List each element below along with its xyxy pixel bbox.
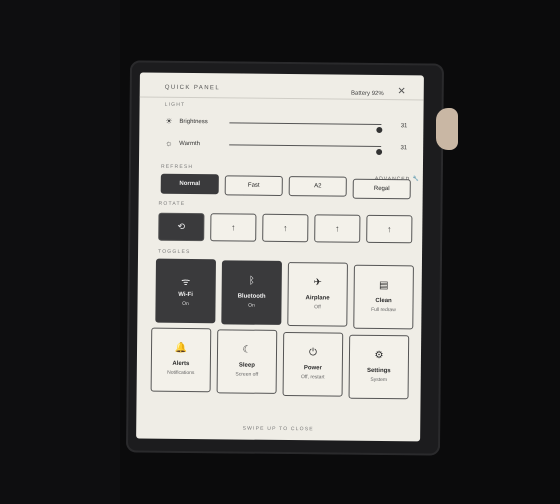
warmth-icon: ☼ — [165, 138, 173, 148]
toggle-settings-label: Settings — [366, 367, 391, 375]
toggle-airplane[interactable]: ✈ Airplane Off — [287, 262, 348, 327]
gear-icon: ⚙ — [374, 349, 384, 362]
toggle-bluetooth[interactable]: ᛒ Bluetooth On — [221, 260, 282, 325]
warmth-row: ☼ Warmth 31 — [139, 137, 423, 156]
panel-title: QUICK PANEL — [164, 84, 221, 92]
toggle-settings-status: System — [370, 376, 388, 384]
section-label-refresh: REFRESH — [160, 163, 194, 171]
ereader-device: QUICK PANEL Battery 92% ✕ LIGHT ☀ Bright… — [125, 60, 445, 456]
brightness-label: Brightness — [179, 118, 208, 126]
toggle-alerts[interactable]: 🔔 Alerts Notifications — [150, 327, 212, 393]
toggle-wifi[interactable]: ᯤ Wi-Fi On — [155, 258, 216, 324]
toggle-sleep-status: Screen off — [235, 371, 259, 378]
close-icon[interactable]: ✕ — [397, 86, 406, 97]
background-left — [0, 0, 120, 504]
refresh-mode-regal[interactable]: Regal — [352, 178, 411, 200]
toggle-sleep[interactable]: ☾ Sleep Screen off — [216, 329, 278, 394]
section-label-rotate: ROTATE — [158, 200, 186, 207]
quick-panel: QUICK PANEL Battery 92% ✕ LIGHT ☀ Bright… — [136, 72, 424, 442]
bell-icon: 🔔 — [174, 342, 188, 354]
toggle-power-label: Power — [303, 365, 322, 372]
toggle-bluetooth-status: On — [248, 302, 255, 309]
landscape-right-icon: ↑ — [335, 223, 340, 234]
airplane-icon: ✈ — [313, 277, 322, 289]
toggle-clean-label: Clean — [375, 297, 392, 305]
brightness-row: ☀ Brightness 31 — [139, 115, 423, 134]
swipe-hint: SWIPE UP TO CLOSE — [242, 425, 314, 433]
refresh-mode-a2[interactable]: A2 — [288, 176, 347, 197]
toggle-bluetooth-label: Bluetooth — [237, 293, 266, 300]
toggle-clean[interactable]: ▤ Clean Full redraw — [353, 264, 414, 330]
warmth-label: Warmth — [179, 140, 201, 148]
section-label-toggles: TOGGLES — [158, 248, 191, 256]
wrench-icon: 🔧 — [412, 176, 420, 183]
toggle-clean-status: Full redraw — [371, 306, 396, 314]
toggle-power[interactable]: ⏻ Power Off, restart — [282, 331, 344, 397]
warmth-slider[interactable] — [229, 144, 383, 156]
power-icon: ⏻ — [308, 347, 318, 359]
section-label-light: LIGHT — [164, 101, 186, 108]
refresh-mode-fast[interactable]: Fast — [224, 175, 283, 196]
toggle-alerts-status: Notifications — [167, 369, 195, 377]
toggle-alerts-label: Alerts — [172, 360, 190, 368]
brightness-slider-thumb[interactable] — [376, 126, 383, 134]
toggle-power-status: Off, restart — [300, 374, 325, 381]
rotate-option-landscape-right[interactable]: ↑ — [314, 214, 361, 243]
rotate-option-auto[interactable]: ⟲ — [158, 212, 205, 242]
toggle-airplane-label: Airplane — [305, 295, 330, 302]
auto-rotate-icon: ⟲ — [177, 221, 186, 232]
rotate-option-portrait-flipped[interactable]: ↑ — [366, 214, 413, 244]
toggle-wifi-label: Wi-Fi — [178, 291, 193, 299]
refresh-mode-normal[interactable]: Normal — [160, 173, 219, 195]
warmth-value: 31 — [400, 145, 408, 152]
portrait-flipped-icon: ↑ — [387, 224, 392, 235]
rotate-option-portrait[interactable]: ↑ — [210, 213, 257, 242]
rotate-option-landscape-left[interactable]: ↑ — [262, 213, 309, 243]
landscape-left-icon: ↑ — [283, 222, 288, 234]
toggle-airplane-status: Off — [314, 304, 321, 311]
moon-icon: ☾ — [242, 344, 252, 356]
portrait-icon: ↑ — [231, 222, 236, 233]
sun-icon: ☀ — [165, 116, 173, 126]
panel-header: QUICK PANEL Battery 92% ✕ — [139, 72, 424, 101]
bluetooth-icon: ᛒ — [248, 275, 255, 287]
battery-status: Battery 92% — [351, 90, 384, 98]
toggle-wifi-status: On — [182, 300, 189, 307]
warmth-slider-thumb[interactable] — [376, 148, 383, 156]
toggle-settings[interactable]: ⚙ Settings System — [348, 334, 410, 400]
toggle-sleep-label: Sleep — [238, 362, 255, 369]
wifi-icon: ᯤ — [181, 276, 191, 289]
brightness-value: 31 — [400, 123, 408, 130]
clean-icon: ▤ — [378, 279, 389, 292]
finger — [436, 108, 458, 150]
brightness-slider[interactable] — [229, 122, 383, 134]
